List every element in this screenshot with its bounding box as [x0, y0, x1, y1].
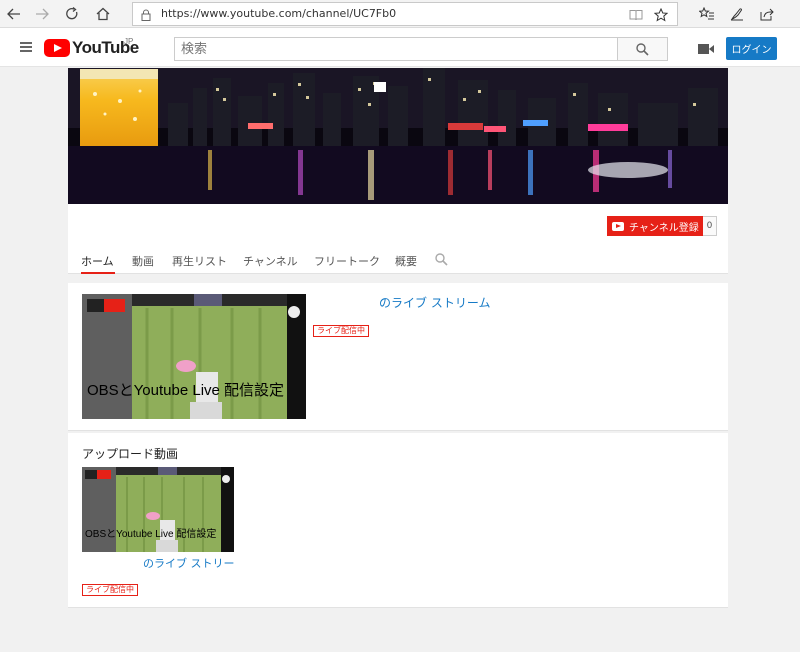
- video-thumbnail[interactable]: OBSとYoutube Live 配信設定: [82, 467, 234, 552]
- pen-icon[interactable]: [727, 4, 747, 24]
- youtube-play-icon: [612, 221, 624, 231]
- youtube-header: YouTube JP ログイン: [0, 28, 800, 67]
- featured-video-title[interactable]: のライブ ストリーム: [379, 294, 490, 311]
- favorites-list-icon[interactable]: [697, 4, 717, 24]
- back-icon[interactable]: [4, 4, 24, 24]
- address-bar[interactable]: https://www.youtube.com/channel/UC7Fb0: [132, 2, 678, 26]
- subscriber-count: 0: [703, 216, 717, 236]
- upload-video-icon[interactable]: [697, 42, 715, 56]
- browser-toolbar: https://www.youtube.com/channel/UC7Fb0: [0, 0, 800, 28]
- search-button[interactable]: [618, 37, 668, 61]
- live-badge: ライブ配信中: [82, 584, 138, 596]
- uploads-section-title[interactable]: アップロード動画: [82, 445, 178, 462]
- tab-discussion[interactable]: フリートーク: [314, 253, 380, 269]
- url-text[interactable]: https://www.youtube.com/channel/UC7Fb0: [161, 7, 483, 20]
- tab-playlists[interactable]: 再生リスト: [172, 253, 227, 269]
- video-title[interactable]: のライブ ストリー: [143, 555, 235, 571]
- thumbnail-caption: OBSとYoutube Live 配信設定: [85, 529, 217, 540]
- channel-header: チャンネル登録 0 ホーム 動画 再生リスト チャンネル フリートーク 概要: [68, 204, 728, 274]
- youtube-play-icon: [44, 39, 70, 57]
- channel-search-icon[interactable]: [435, 253, 449, 267]
- featured-video-section: OBSとYoutube Live 配信設定 のライブ ストリーム ライブ配信中: [68, 283, 728, 431]
- channel-avatar[interactable]: [80, 69, 158, 146]
- search-input[interactable]: [175, 38, 617, 60]
- active-tab-indicator: [81, 272, 115, 274]
- tab-home[interactable]: ホーム: [81, 253, 114, 269]
- search-box[interactable]: [174, 37, 618, 61]
- uploads-section: アップロード動画 OBSとYoutube Live 配信設定 のライブ ストリー…: [68, 433, 728, 608]
- search-icon: [636, 42, 649, 56]
- featured-video-thumbnail[interactable]: OBSとYoutube Live 配信設定: [82, 294, 306, 419]
- home-icon[interactable]: [93, 4, 113, 24]
- login-button[interactable]: ログイン: [726, 37, 777, 60]
- reading-view-icon[interactable]: [627, 6, 645, 24]
- menu-icon[interactable]: [20, 42, 32, 52]
- lock-icon: [137, 6, 155, 24]
- tab-about[interactable]: 概要: [395, 253, 417, 269]
- thumbnail-caption: OBSとYoutube Live 配信設定: [87, 382, 285, 399]
- refresh-icon[interactable]: [62, 4, 82, 24]
- favorite-star-icon[interactable]: [652, 6, 670, 24]
- region-label: JP: [124, 37, 134, 46]
- share-icon[interactable]: [757, 4, 777, 24]
- tab-channels[interactable]: チャンネル: [243, 253, 298, 269]
- forward-icon[interactable]: [32, 4, 52, 24]
- subscribe-button[interactable]: チャンネル登録 0: [607, 216, 717, 236]
- channel-banner: [68, 68, 728, 204]
- live-badge: ライブ配信中: [313, 325, 369, 337]
- tab-videos[interactable]: 動画: [132, 253, 154, 269]
- subscribe-label: チャンネル登録: [629, 222, 699, 234]
